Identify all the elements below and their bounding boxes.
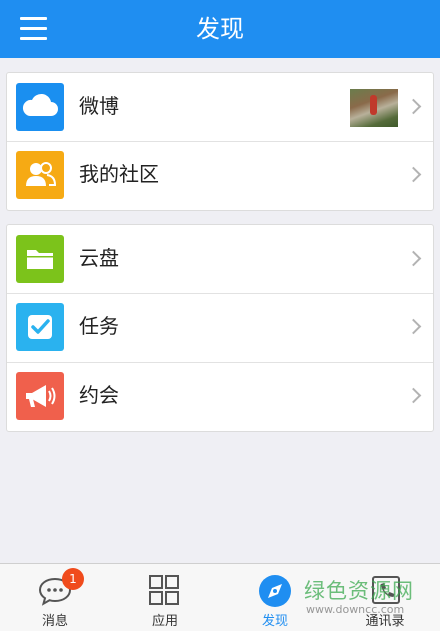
folder-icon xyxy=(16,235,64,283)
megaphone-icon xyxy=(16,372,64,420)
chevron-right-icon xyxy=(405,387,422,404)
compass-icon xyxy=(258,574,292,612)
discover-group-1: 微博 我的社区 xyxy=(6,72,434,211)
grid-icon xyxy=(148,574,180,610)
contacts-icon xyxy=(370,574,402,610)
top-bar: 发现 xyxy=(0,0,440,58)
users-icon xyxy=(16,151,64,199)
bottom-tab-bar: 1 消息 应用 发现 通讯录 xyxy=(0,563,440,631)
cloud-icon xyxy=(16,83,64,131)
tab-label: 通讯录 xyxy=(365,614,405,629)
tab-apps[interactable]: 应用 xyxy=(110,564,220,631)
discover-group-2: 云盘 任务 约会 xyxy=(6,224,434,432)
list-item-weibo[interactable]: 微博 xyxy=(7,73,433,141)
checkbox-icon xyxy=(16,303,64,351)
page-title: 发现 xyxy=(196,15,244,43)
list-item-appointments[interactable]: 约会 xyxy=(7,362,433,430)
list-item-label: 云盘 xyxy=(79,246,119,270)
list-item-tasks[interactable]: 任务 xyxy=(7,293,433,361)
unread-badge: 1 xyxy=(62,568,84,590)
list-item-label: 微博 xyxy=(79,94,119,118)
tab-label: 应用 xyxy=(151,614,178,629)
tab-contacts[interactable]: 通讯录 xyxy=(330,564,440,631)
chevron-right-icon xyxy=(405,318,422,335)
list-item-label: 约会 xyxy=(79,383,119,407)
chevron-right-icon xyxy=(405,166,422,183)
tab-label: 消息 xyxy=(41,614,68,629)
tab-discover[interactable]: 发现 xyxy=(220,564,330,631)
tab-messages[interactable]: 1 消息 xyxy=(0,564,110,631)
list-item-my-community[interactable]: 我的社区 xyxy=(7,141,433,209)
list-item-label: 任务 xyxy=(79,314,119,338)
list-item-label: 我的社区 xyxy=(79,162,159,186)
list-item-cloud-drive[interactable]: 云盘 xyxy=(7,225,433,293)
chevron-right-icon xyxy=(405,250,422,267)
chevron-right-icon xyxy=(405,98,422,115)
weibo-thumbnail xyxy=(350,89,398,127)
tab-label: 发现 xyxy=(261,614,288,629)
